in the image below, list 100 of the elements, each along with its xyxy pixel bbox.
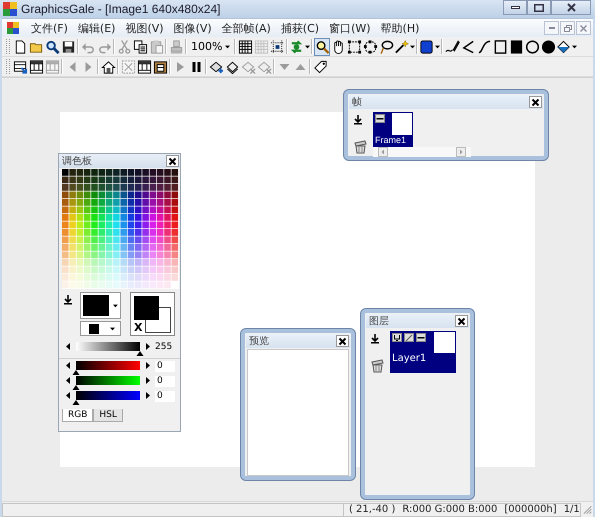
toolbar-button[interactable] <box>419 38 440 56</box>
menu-item[interactable]: 捕获(C) <box>276 20 324 36</box>
curve-icon <box>476 38 492 54</box>
right-arrow-icon[interactable] <box>146 362 150 369</box>
close-button[interactable] <box>529 96 542 108</box>
dashed-rounded-rectangle-icon <box>362 38 378 54</box>
tab[interactable]: HSL <box>93 409 123 422</box>
layer-preview <box>434 332 455 353</box>
close-button[interactable] <box>166 155 179 167</box>
swap-label[interactable]: X <box>134 322 142 334</box>
close-button[interactable] <box>455 315 468 327</box>
close-icon <box>531 98 540 106</box>
filled-square-icon <box>508 38 524 54</box>
toolbar-button[interactable] <box>476 38 492 56</box>
toolbar-button[interactable] <box>132 38 148 56</box>
visibility-button[interactable] <box>392 333 402 342</box>
stamp-icon <box>168 38 184 54</box>
color-selector[interactable] <box>80 321 121 336</box>
maximize-icon <box>534 4 544 12</box>
crop-marks-icon <box>270 38 285 54</box>
value-field[interactable]: 0 <box>155 376 175 387</box>
lasso-icon <box>378 38 394 54</box>
film-clipboard-icon <box>152 58 168 74</box>
color-palette-grid[interactable] <box>62 169 179 289</box>
slider-value: 255 <box>155 342 172 353</box>
download-icon <box>63 295 73 305</box>
house-icon <box>100 58 116 74</box>
maximize-button[interactable] <box>527 0 551 15</box>
close-icon <box>168 156 177 166</box>
status-text: ( 21,-40 ) <box>348 504 396 515</box>
toolbar-button[interactable] <box>136 58 152 76</box>
minimize-button[interactable] <box>503 0 527 15</box>
close-button[interactable] <box>551 0 591 15</box>
left-arrow-icon[interactable] <box>66 392 70 399</box>
left-arrow-icon[interactable] <box>66 343 70 350</box>
value-field[interactable]: 0 <box>155 361 175 372</box>
frame-thumbnail[interactable]: Frame1 <box>373 112 413 147</box>
panel-title: 图层 <box>369 315 389 328</box>
menu-item[interactable]: 窗口(W) <box>324 20 376 36</box>
caret-icon <box>110 326 115 330</box>
close-button[interactable] <box>336 335 349 347</box>
menu-item[interactable]: 图像(V) <box>168 20 217 36</box>
rounded-rectangle-icon <box>419 38 434 54</box>
pencil-button[interactable] <box>404 333 414 342</box>
toolbar-button[interactable] <box>378 38 394 56</box>
paint-bucket-icon <box>556 38 572 54</box>
pen-icon <box>444 38 460 54</box>
window-title: GraphicsGale - [Image1 640x480x24] <box>21 2 220 16</box>
caret-icon <box>435 44 440 48</box>
toolbar-button[interactable] <box>314 38 330 56</box>
zoom-dropdown[interactable]: 100% <box>188 38 234 54</box>
copy-icon <box>132 38 148 54</box>
toolbar-button[interactable] <box>346 38 362 56</box>
color-swatch <box>83 295 110 316</box>
scroll-left-icon <box>378 147 388 157</box>
horizontal-scrollbar[interactable] <box>373 147 471 157</box>
clipboard-icon <box>148 38 164 54</box>
toolbar-button[interactable] <box>28 58 44 76</box>
film-strip-icon <box>136 58 152 74</box>
menu-item[interactable]: 文件(F) <box>26 20 73 36</box>
trash-icon <box>370 358 385 373</box>
menu-item[interactable]: 编辑(E) <box>72 20 120 36</box>
magic-wand-icon <box>394 38 410 54</box>
status-text: [000000h] <box>504 504 557 515</box>
app-icon <box>3 2 17 16</box>
close-icon <box>457 316 466 326</box>
toolbar-button[interactable] <box>394 38 416 56</box>
restore-button[interactable] <box>560 21 575 35</box>
download-icon <box>370 334 380 344</box>
restore-icon <box>563 24 572 32</box>
close-icon <box>566 3 576 12</box>
right-arrow-icon[interactable] <box>146 343 150 350</box>
options-button[interactable] <box>375 114 385 123</box>
left-arrow-icon[interactable] <box>66 377 70 384</box>
toolbar-button[interactable] <box>524 38 540 56</box>
menu-item[interactable]: 帮助(H) <box>376 20 424 36</box>
toolbar-button[interactable] <box>269 38 286 56</box>
caret-icon <box>572 44 578 48</box>
right-arrow-icon[interactable] <box>146 377 150 384</box>
tag-icon <box>312 58 328 74</box>
toolbar-button[interactable] <box>237 38 254 56</box>
toolbar-button[interactable] <box>508 38 524 56</box>
toolbar-button[interactable] <box>362 38 378 56</box>
document-icon <box>6 21 20 35</box>
layer-thumbnail[interactable]: Layer1 <box>390 331 456 373</box>
toolbar-button[interactable] <box>492 38 508 56</box>
left-arrow-icon[interactable] <box>66 362 70 369</box>
magnifier-icon <box>314 38 330 54</box>
menu-item[interactable]: 全部帧(A) <box>216 20 276 36</box>
right-arrow-icon[interactable] <box>146 392 150 399</box>
scroll-right-icon <box>456 147 466 157</box>
status-text: 1/1 <box>564 504 580 515</box>
tab[interactable]: RGB <box>62 409 94 422</box>
filled-circle-icon <box>540 38 556 54</box>
caret-icon <box>410 44 416 48</box>
toolbar-button[interactable] <box>540 38 556 56</box>
menu-item[interactable]: 视图(V) <box>120 20 169 36</box>
options-button[interactable] <box>416 333 426 342</box>
value-field[interactable]: 0 <box>155 391 175 402</box>
color-selector[interactable] <box>80 292 121 319</box>
